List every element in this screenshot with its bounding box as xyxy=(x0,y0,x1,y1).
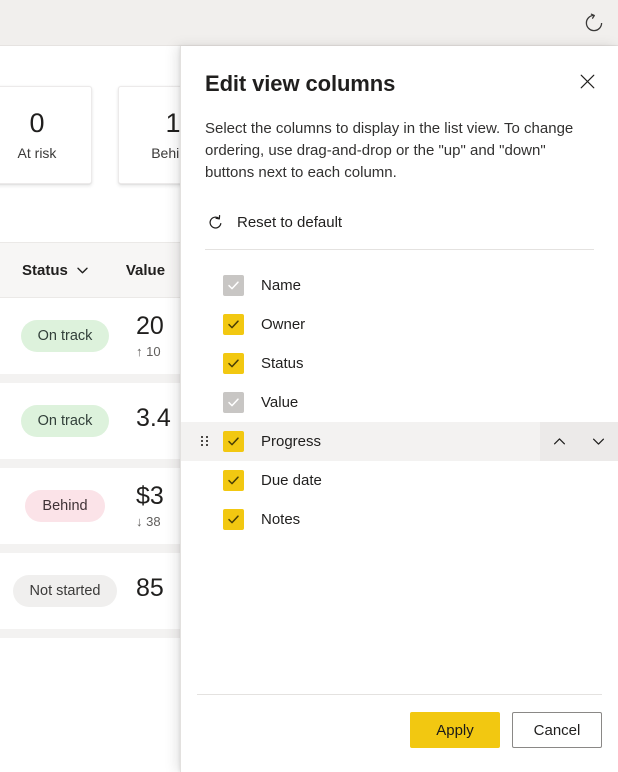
page-title: Edit view columns xyxy=(205,71,396,96)
apply-button[interactable]: Apply xyxy=(410,712,500,748)
close-icon[interactable] xyxy=(570,64,604,98)
column-header-value[interactable]: Value xyxy=(126,262,165,279)
value-cell: 3.4 xyxy=(136,405,171,436)
table-header-row: Status Value xyxy=(0,242,185,298)
status-badge: On track xyxy=(20,320,110,352)
column-row-owner[interactable]: Owner xyxy=(181,305,618,344)
table-row[interactable]: On track 3.4 xyxy=(0,383,185,468)
column-row-progress[interactable]: Progress xyxy=(181,421,618,461)
table-row[interactable]: Not started 85 xyxy=(0,553,185,638)
column-label: Value xyxy=(261,393,299,411)
value-number: 3.4 xyxy=(136,404,171,433)
column-row-notes[interactable]: Notes xyxy=(181,500,618,539)
card-number: 0 xyxy=(29,107,45,138)
chevron-up-icon[interactable] xyxy=(543,425,577,458)
column-header-label: Value xyxy=(125,261,166,279)
data-table: Status Value On track 20 ↑ 10 On track 3… xyxy=(0,242,185,638)
status-cell: Not started xyxy=(0,575,130,607)
value-delta: ↓ 38 xyxy=(136,514,161,530)
cancel-button[interactable]: Cancel xyxy=(512,712,602,748)
status-cell: Behind xyxy=(0,490,130,522)
chevron-down-icon[interactable] xyxy=(582,425,616,458)
reset-to-default-label: Reset to default xyxy=(237,213,343,231)
column-label: Owner xyxy=(261,315,306,333)
value-delta: ↑ 10 xyxy=(136,344,161,360)
column-label: Notes xyxy=(261,510,301,528)
value-cell: 85 xyxy=(136,575,164,606)
table-row[interactable]: On track 20 ↑ 10 xyxy=(0,298,185,383)
status-badge: Not started xyxy=(12,575,118,607)
value-number: 85 xyxy=(136,574,164,603)
column-header-status[interactable]: Status xyxy=(22,262,90,279)
column-label: Status xyxy=(261,354,304,372)
panel-footer: Apply Cancel xyxy=(181,694,618,772)
value-cell: $3 ↓ 38 xyxy=(136,481,164,530)
column-row-value[interactable]: Value xyxy=(181,383,618,422)
column-label: Due date xyxy=(261,471,322,489)
column-checkbox[interactable] xyxy=(223,430,244,452)
column-label: Name xyxy=(261,276,302,294)
panel-divider xyxy=(205,248,594,250)
panel-header: Edit view columns xyxy=(181,46,618,98)
column-row-due-date[interactable]: Due date xyxy=(181,461,618,500)
value-cell: 20 ↑ 10 xyxy=(136,311,164,360)
status-badge: On track xyxy=(20,405,110,437)
reorder-buttons xyxy=(540,421,618,461)
column-label: Progress xyxy=(261,432,322,450)
column-checkbox xyxy=(223,391,244,413)
summary-card[interactable]: 0 At risk xyxy=(0,86,92,184)
column-checkbox xyxy=(223,274,244,296)
footer-buttons: Apply Cancel xyxy=(181,695,618,772)
panel-description: Select the columns to display in the lis… xyxy=(205,119,574,181)
column-checkbox[interactable] xyxy=(223,313,244,335)
edit-view-columns-panel: Edit view columns Select the columns to … xyxy=(180,46,618,772)
table-row[interactable]: Behind $3 ↓ 38 xyxy=(0,468,185,553)
column-checkbox[interactable] xyxy=(223,352,244,374)
column-checkbox[interactable] xyxy=(223,469,244,491)
drag-handle-icon[interactable] xyxy=(201,434,211,448)
column-row-status[interactable]: Status xyxy=(181,344,618,383)
chevron-down-icon[interactable] xyxy=(75,263,90,278)
column-checkbox-list: Name Owner Status Value Progress Due dat… xyxy=(181,266,618,694)
column-checkbox[interactable] xyxy=(223,508,244,530)
reset-arrow-icon xyxy=(207,214,224,231)
card-label: At risk xyxy=(17,145,57,162)
card-number: 1 xyxy=(165,107,181,138)
app-root: 0 At risk 1 Behind Status Value On track… xyxy=(0,0,618,772)
status-badge: Behind xyxy=(25,490,105,522)
refresh-icon[interactable] xyxy=(576,6,612,40)
reset-to-default-button[interactable]: Reset to default xyxy=(199,210,618,235)
app-top-bar xyxy=(0,0,618,46)
column-row-name[interactable]: Name xyxy=(181,266,618,305)
column-header-label: Status xyxy=(22,261,68,279)
value-number: 20 xyxy=(136,311,164,340)
value-number: $3 xyxy=(136,481,164,510)
status-cell: On track xyxy=(0,405,130,437)
status-cell: On track xyxy=(0,320,130,352)
